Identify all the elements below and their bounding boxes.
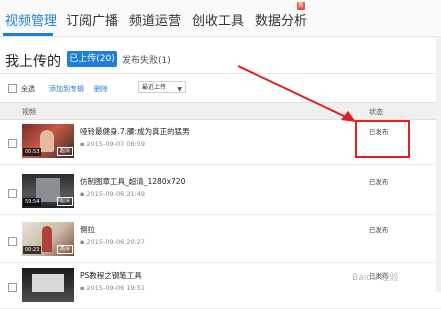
add-to-album-link[interactable]: 添加到专辑: [49, 84, 84, 94]
quality-badge: 超清: [56, 197, 73, 206]
top-nav: 视频管理 订阅广播 频道运营 创收工具 数据分析 新: [0, 0, 441, 37]
video-title[interactable]: PS教程之钢笔工具: [80, 270, 142, 281]
column-video: 视频: [22, 108, 36, 116]
video-duration: 00:53: [23, 148, 42, 156]
tab-subscription-broadcast[interactable]: 订阅广播: [66, 10, 118, 29]
row-checkbox[interactable]: [8, 237, 17, 246]
select-all-label: 全选: [21, 85, 35, 93]
scrollbar[interactable]: [436, 36, 441, 292]
video-duration: 59:54: [23, 198, 42, 206]
table-row: 59:54 超清 仿制图章工具_超清_1280x720 ▪ 2015-09-06…: [0, 170, 441, 215]
video-title[interactable]: 哑铃最健身.7.腰:成为真正的猛男: [80, 126, 190, 137]
delete-link[interactable]: 删除: [94, 84, 108, 94]
video-date: ▪ 2015-09-06 19:51: [80, 284, 146, 292]
divider: [0, 73, 441, 74]
new-badge: 新: [297, 2, 305, 10]
table-header: 视频 状态: [0, 102, 441, 120]
tab-video-management[interactable]: 视频管理: [5, 10, 57, 29]
sort-select[interactable]: 最近上传 ▼: [138, 81, 186, 93]
quality-badge: 超清: [56, 147, 73, 156]
video-thumbnail[interactable]: 59:54 超清: [22, 174, 74, 208]
chevron-down-icon: ▼: [177, 86, 182, 93]
status-text: 已发布: [369, 178, 389, 186]
video-date: ▪ 2015-09-06 21:49: [80, 190, 146, 198]
tab-publish-failed[interactable]: 发布失败(1): [122, 53, 171, 66]
column-status: 状态: [369, 108, 383, 116]
video-thumbnail[interactable]: 00:23 高清: [22, 222, 74, 256]
table-row: 00:23 高清 侧拉 ▪ 2015-09-06 20:27 已发布: [0, 218, 441, 263]
video-date: ▪ 2015-09-07 06:59: [80, 140, 146, 148]
active-tab-indicator: [3, 33, 53, 36]
video-title[interactable]: 侧拉: [80, 224, 95, 235]
row-checkbox[interactable]: [8, 139, 17, 148]
sort-select-value: 最近上传: [142, 84, 167, 91]
quality-badge: 高清: [56, 245, 73, 254]
watermark: Baidu 经验: [352, 273, 399, 283]
row-checkbox[interactable]: [8, 283, 17, 292]
video-thumbnail[interactable]: 00:53 超清: [22, 124, 74, 158]
row-checkbox[interactable]: [8, 189, 17, 198]
status-text: 已发布: [369, 226, 389, 234]
tab-revenue-tools[interactable]: 创收工具: [192, 10, 244, 29]
tab-uploaded[interactable]: 已上传(20): [67, 51, 117, 67]
video-date: ▪ 2015-09-06 20:27: [80, 238, 146, 246]
video-thumbnail[interactable]: [22, 268, 74, 302]
video-title[interactable]: 仿制图章工具_超清_1280x720: [80, 176, 185, 187]
page-title: 我上传的: [5, 54, 61, 70]
tab-data-analysis[interactable]: 数据分析: [255, 10, 307, 29]
tab-channel-operations[interactable]: 频道运营: [129, 10, 181, 29]
select-all-checkbox[interactable]: [8, 84, 17, 93]
video-duration: 00:23: [23, 246, 42, 254]
annotation-highlight-box: [355, 120, 410, 158]
